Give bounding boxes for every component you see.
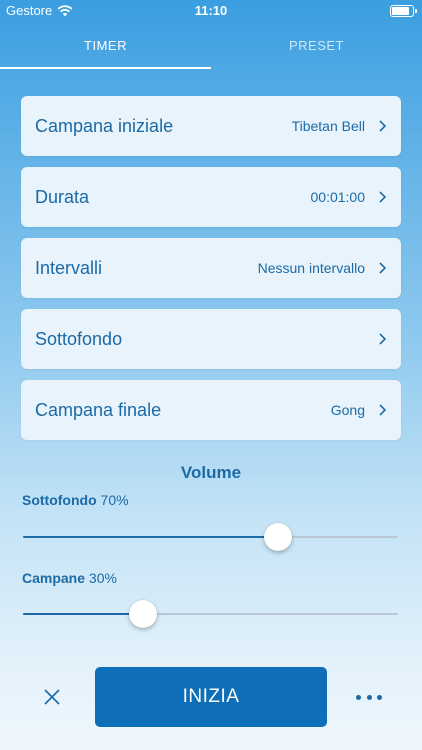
- dot: [377, 694, 382, 700]
- slider-fill: [23, 613, 143, 615]
- status-time: 11:10: [194, 3, 228, 18]
- background-volume-label: Sottofondo 70%: [22, 492, 129, 508]
- status-bar: Gestore 11:10: [0, 0, 422, 22]
- row-campana-iniziale[interactable]: Campana iniziale Tibetan Bell: [21, 96, 401, 156]
- chevron-right-icon: [379, 262, 387, 274]
- dot: [356, 694, 361, 700]
- background-volume-slider[interactable]: [23, 523, 398, 551]
- background-volume-name: Sottofondo: [22, 492, 97, 508]
- row-label: Campana finale: [35, 399, 162, 420]
- bells-volume-name: Campane: [22, 570, 86, 586]
- row-value: 00:01:00: [310, 189, 366, 205]
- tab-timer[interactable]: TIMER: [0, 30, 211, 70]
- bells-volume-slider[interactable]: [23, 600, 398, 628]
- row-value: Gong: [330, 402, 365, 418]
- settings-list: Campana iniziale Tibetan Bell Durata 00:…: [21, 96, 401, 451]
- slider-knob[interactable]: [129, 600, 157, 628]
- battery-level: [392, 7, 410, 15]
- row-label: Durata: [35, 186, 90, 207]
- tab-bar: TIMER PRESET: [0, 30, 422, 70]
- bells-volume-label: Campane 30%: [22, 570, 117, 586]
- row-value: Tibetan Bell: [291, 118, 365, 134]
- row-sottofondo[interactable]: Sottofondo: [21, 309, 401, 369]
- volume-title: Volume: [180, 463, 242, 482]
- chevron-right-icon: [379, 404, 387, 416]
- slider-knob[interactable]: [264, 523, 292, 551]
- row-label: Campana iniziale: [35, 115, 174, 136]
- row-intervalli[interactable]: Intervalli Nessun intervallo: [21, 238, 401, 298]
- chevron-right-icon: [379, 120, 387, 132]
- background-volume-percent: 70%: [100, 492, 129, 508]
- row-label: Intervalli: [35, 257, 103, 278]
- chevron-right-icon: [379, 191, 387, 203]
- start-button[interactable]: INIZIA: [95, 667, 327, 727]
- bells-volume-percent: 30%: [88, 570, 117, 586]
- row-campana-finale[interactable]: Campana finale Gong: [21, 380, 401, 440]
- row-label: Sottofondo: [35, 328, 123, 349]
- tab-preset[interactable]: PRESET: [211, 30, 422, 70]
- battery-icon: [390, 5, 417, 17]
- slider-fill: [23, 536, 278, 538]
- more-icon[interactable]: [356, 690, 382, 704]
- chevron-right-icon: [379, 333, 387, 345]
- dot: [366, 694, 372, 700]
- close-icon[interactable]: [40, 685, 64, 709]
- row-value: Nessun intervallo: [257, 260, 365, 276]
- row-durata[interactable]: Durata 00:01:00: [21, 167, 401, 227]
